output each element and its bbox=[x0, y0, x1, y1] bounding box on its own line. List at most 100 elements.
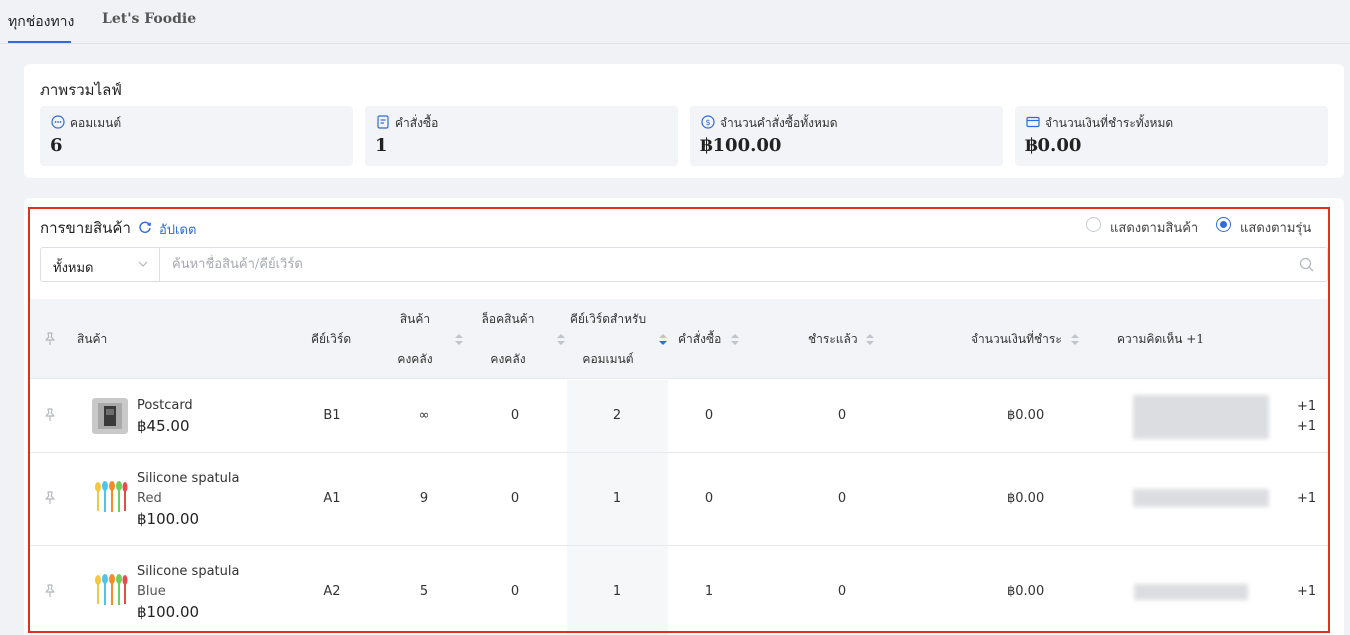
col-keyword: คีย์เวิร์ด bbox=[311, 332, 352, 346]
product-variant: Blue bbox=[137, 584, 166, 599]
locked-cell: 0 bbox=[510, 408, 520, 423]
stat-total-paid: จำนวนเงินที่ชำระทั้งหมด ฿0.00 bbox=[1015, 106, 1328, 166]
col-comment-keyword-line2[interactable]: คอมเมนต์ bbox=[578, 353, 638, 365]
comment-icon bbox=[51, 115, 65, 129]
order-icon bbox=[377, 115, 389, 129]
keyword-cell: A2 bbox=[323, 584, 341, 599]
stat-label: คอมเมนต์ bbox=[70, 116, 122, 130]
commenter-avatars-blurred bbox=[1133, 489, 1269, 507]
orders-cell: 1 bbox=[704, 584, 714, 599]
product-name: Silicone spatula bbox=[137, 471, 240, 486]
table-row: Postcard ฿45.00 B1 ∞ 0 2 0 0 ฿0.00 +1 +1 bbox=[30, 380, 1328, 453]
search-input[interactable] bbox=[161, 248, 1281, 281]
col-orders[interactable]: คำสั่งซื้อ bbox=[678, 333, 721, 345]
tab-lets-foodie[interactable]: Let's Foodie bbox=[102, 11, 196, 27]
product-variant: Red bbox=[137, 491, 162, 506]
comment-keyword-cell: 1 bbox=[612, 584, 622, 599]
stock-cell: 9 bbox=[419, 491, 429, 506]
paid-cell: 0 bbox=[837, 584, 847, 599]
stat-label: จำนวนคำสั่งซื้อทั้งหมด bbox=[720, 116, 838, 130]
comment-plus-one: +1 bbox=[1297, 584, 1317, 599]
table-row: Silicone spatula Blue ฿100.00 A2 5 0 1 1… bbox=[30, 546, 1328, 635]
comment-keyword-cell: 2 bbox=[612, 408, 622, 423]
search-bar: ทั้งหมด bbox=[40, 247, 1328, 282]
pin-icon[interactable] bbox=[42, 331, 58, 347]
commenter-avatars-blurred bbox=[1134, 584, 1248, 600]
filter-select[interactable]: ทั้งหมด bbox=[41, 248, 160, 281]
svg-text:$: $ bbox=[705, 118, 710, 127]
comment-plus-one: +1 bbox=[1297, 399, 1317, 414]
col-paid-amount[interactable]: จำนวนเงินที่ชำระ bbox=[971, 333, 1062, 345]
paid-cell: 0 bbox=[837, 408, 847, 423]
sort-orders[interactable] bbox=[731, 334, 739, 346]
product-thumbnail bbox=[92, 398, 128, 434]
credit-card-icon bbox=[1026, 116, 1040, 128]
product-price: ฿100.00 bbox=[137, 603, 200, 621]
keyword-cell: B1 bbox=[323, 408, 341, 423]
paid-amount-cell: ฿0.00 bbox=[1007, 584, 1045, 599]
stock-cell: ∞ bbox=[418, 408, 430, 423]
col-stock-line2[interactable]: คงคลัง bbox=[394, 353, 436, 365]
stat-total-orders: $ จำนวนคำสั่งซื้อทั้งหมด ฿100.00 bbox=[690, 106, 1003, 166]
product-name: Silicone spatula bbox=[137, 564, 240, 579]
radio-circle[interactable] bbox=[1216, 217, 1231, 232]
commenter-avatars-blurred bbox=[1133, 395, 1269, 439]
radio-circle[interactable] bbox=[1086, 217, 1101, 232]
col-product: สินค้า bbox=[77, 332, 108, 346]
channel-tabs: ทุกช่องทาง Let's Foodie bbox=[0, 0, 1350, 44]
sort-locked[interactable] bbox=[557, 334, 565, 346]
stat-value: ฿100.00 bbox=[700, 135, 782, 156]
col-locked-line2[interactable]: คงคลัง bbox=[486, 353, 530, 365]
col-locked-line1: ล็อคสินค้า bbox=[481, 312, 535, 326]
sales-title: การขายสินค้า bbox=[40, 219, 131, 237]
product-name: Postcard bbox=[137, 398, 193, 413]
paid-amount-cell: ฿0.00 bbox=[1007, 408, 1045, 423]
spatula-thumbnail bbox=[92, 479, 128, 515]
radio-label: แสดงตามรุ่น bbox=[1240, 221, 1312, 236]
filter-select-value: ทั้งหมด bbox=[53, 261, 94, 276]
col-stock-line1: สินค้า bbox=[399, 312, 431, 326]
chevron-down-icon bbox=[138, 261, 148, 267]
refresh-label: อัปเดต bbox=[159, 223, 197, 238]
stat-comments: คอมเมนต์ 6 bbox=[40, 106, 353, 166]
sort-paid[interactable] bbox=[866, 334, 874, 346]
keyword-cell: A1 bbox=[323, 491, 341, 506]
paid-amount-cell: ฿0.00 bbox=[1007, 491, 1045, 506]
comment-keyword-cell: 1 bbox=[612, 491, 622, 506]
active-tab-indicator bbox=[8, 41, 71, 43]
locked-cell: 0 bbox=[510, 584, 520, 599]
stat-orders: คำสั่งซื้อ 1 bbox=[365, 106, 678, 166]
pin-icon[interactable] bbox=[42, 407, 58, 423]
col-paid[interactable]: ชำระแล้ว bbox=[808, 333, 858, 345]
live-overview-card: ภาพรวมไลฟ์ คอมเมนต์ 6 คำสั่งซื้อ 1 $ จำน… bbox=[24, 64, 1344, 178]
stat-value: ฿0.00 bbox=[1025, 135, 1082, 156]
pin-icon[interactable] bbox=[42, 490, 58, 506]
col-comments: ความคิดเห็น +1 bbox=[1117, 332, 1204, 346]
tab-all-channels[interactable]: ทุกช่องทาง bbox=[8, 11, 74, 33]
sort-paid-amount[interactable] bbox=[1071, 334, 1079, 346]
comment-plus-one: +1 bbox=[1297, 419, 1317, 434]
radio-label: แสดงตามสินค้า bbox=[1110, 221, 1199, 236]
orders-cell: 0 bbox=[704, 408, 714, 423]
table-header: สินค้า คีย์เวิร์ด สินค้า คงคลัง ล็อคสินค… bbox=[30, 299, 1328, 379]
sort-stock[interactable] bbox=[455, 334, 463, 346]
stock-cell: 5 bbox=[419, 584, 429, 599]
col-comment-keyword-line1: คีย์เวิร์ดสำหรับ bbox=[569, 312, 647, 326]
product-price: ฿100.00 bbox=[137, 510, 200, 528]
orders-cell: 0 bbox=[704, 491, 714, 506]
stat-value: 6 bbox=[50, 135, 63, 156]
table-row: Silicone spatula Red ฿100.00 A1 9 0 1 0 … bbox=[30, 453, 1328, 546]
search-icon[interactable] bbox=[1299, 257, 1314, 272]
paid-cell: 0 bbox=[837, 491, 847, 506]
comment-plus-one: +1 bbox=[1297, 491, 1317, 506]
dollar-circle-icon: $ bbox=[701, 115, 715, 129]
stat-value: 1 bbox=[375, 135, 388, 156]
overview-title: ภาพรวมไลฟ์ bbox=[40, 81, 122, 99]
stat-label: จำนวนเงินที่ชำระทั้งหมด bbox=[1045, 116, 1174, 130]
pin-icon[interactable] bbox=[42, 583, 58, 599]
sort-comment-keyword[interactable] bbox=[659, 334, 667, 346]
refresh-icon bbox=[139, 221, 151, 233]
stat-label: คำสั่งซื้อ bbox=[395, 116, 439, 130]
product-price: ฿45.00 bbox=[137, 417, 190, 435]
locked-cell: 0 bbox=[510, 491, 520, 506]
